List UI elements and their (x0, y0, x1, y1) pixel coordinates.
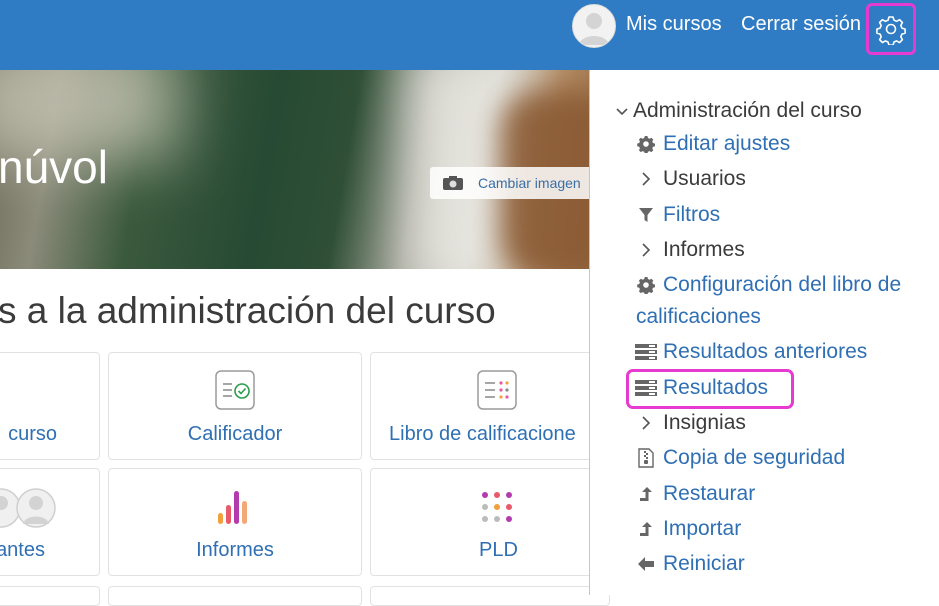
course-card[interactable]: curso (0, 352, 100, 460)
menu-gradebook-setup[interactable]: Configuración del libro de (635, 273, 901, 297)
filter-icon (635, 204, 657, 226)
change-image-button[interactable]: Cambiar imagen (430, 167, 589, 199)
gear-icon (635, 274, 657, 296)
menu-gradebook-setup-cont[interactable]: calificaciones (636, 305, 761, 329)
reports-chart-icon (218, 491, 247, 524)
page-title: s a la administración del curso (0, 290, 496, 331)
course-admin-drawer: Administración del curso Editar ajustes … (589, 70, 939, 595)
gear-icon (876, 16, 906, 45)
chevron-down-icon (616, 108, 628, 116)
camera-icon (443, 176, 463, 190)
menu-reports-label: Informes (663, 238, 745, 261)
my-courses-link[interactable]: Mis cursos (626, 13, 722, 36)
outcomes-icon (635, 377, 657, 399)
menu-legacy-outcomes-label: Resultados anteriores (663, 340, 868, 363)
logout-link[interactable]: Cerrar sesión (741, 13, 861, 36)
menu-badges[interactable]: Insignias (635, 411, 746, 435)
menu-reset-label: Reiniciar (663, 552, 745, 575)
menu-restore[interactable]: Restaurar (635, 482, 755, 506)
menu-restore-label: Restaurar (663, 482, 756, 505)
grader-card[interactable]: Calificador (108, 352, 362, 460)
menu-reset[interactable]: Reiniciar (635, 552, 745, 576)
menu-gradebook-setup-label-1: Configuración del libro de (663, 273, 902, 296)
menu-backup[interactable]: Copia de seguridad (635, 446, 845, 470)
gradebook-card[interactable]: Libro de calificacione (370, 352, 610, 460)
change-image-label: Cambiar imagen (478, 175, 581, 191)
card-partial[interactable] (370, 586, 610, 606)
arrow-up-icon (635, 518, 657, 540)
reports-card[interactable]: Informes (108, 468, 362, 576)
course-admin-heading[interactable]: Administración del curso (615, 99, 862, 123)
card-partial[interactable] (0, 586, 100, 606)
file-archive-icon (635, 447, 657, 469)
menu-backup-label: Copia de seguridad (663, 446, 846, 469)
gradebook-card-label: Libro de calificacione (389, 423, 576, 445)
course-admin-title: Administración del curso (633, 99, 862, 122)
chevron-right-icon (635, 239, 657, 261)
pld-card-label: PLD (479, 539, 518, 561)
participants-card[interactable]: antes (0, 468, 100, 576)
course-title: núvol (0, 141, 108, 193)
menu-edit-settings-label: Editar ajustes (663, 132, 791, 155)
menu-reports[interactable]: Informes (635, 238, 745, 262)
card-partial[interactable] (108, 586, 362, 606)
menu-legacy-outcomes[interactable]: Resultados anteriores (635, 340, 867, 364)
menu-users-label: Usuarios (663, 167, 746, 190)
menu-outcomes[interactable]: Resultados (635, 376, 768, 400)
menu-import-label: Importar (663, 517, 742, 540)
arrow-left-icon (635, 553, 657, 575)
gradebook-icon (477, 370, 517, 410)
menu-import[interactable]: Importar (635, 517, 741, 541)
user-avatar[interactable] (572, 4, 616, 48)
menu-outcomes-label: Resultados (663, 376, 769, 399)
menu-filters[interactable]: Filtros (635, 203, 720, 227)
pld-card[interactable]: PLD (370, 468, 610, 576)
settings-menu-button[interactable] (866, 3, 916, 55)
menu-edit-settings[interactable]: Editar ajustes (635, 132, 790, 156)
menu-filters-label: Filtros (663, 203, 721, 226)
reports-card-label: Informes (196, 539, 274, 561)
chevron-right-icon (635, 412, 657, 434)
gear-icon (635, 133, 657, 155)
course-header-image: núvol Cambiar imagen (0, 70, 589, 269)
grader-icon (215, 370, 255, 410)
top-navbar: Mis cursos Cerrar sesión (0, 0, 939, 70)
course-card-label: curso (8, 423, 57, 445)
menu-users[interactable]: Usuarios (635, 167, 746, 191)
participants-card-label: antes (0, 539, 45, 561)
participants-icon (0, 488, 56, 528)
pld-icon (482, 492, 512, 522)
menu-badges-label: Insignias (663, 411, 746, 434)
outcomes-icon (635, 341, 657, 363)
arrow-up-icon (635, 483, 657, 505)
menu-gradebook-setup-label-2: calificaciones (636, 305, 761, 328)
chevron-right-icon (635, 168, 657, 190)
grader-card-label: Calificador (187, 423, 283, 445)
